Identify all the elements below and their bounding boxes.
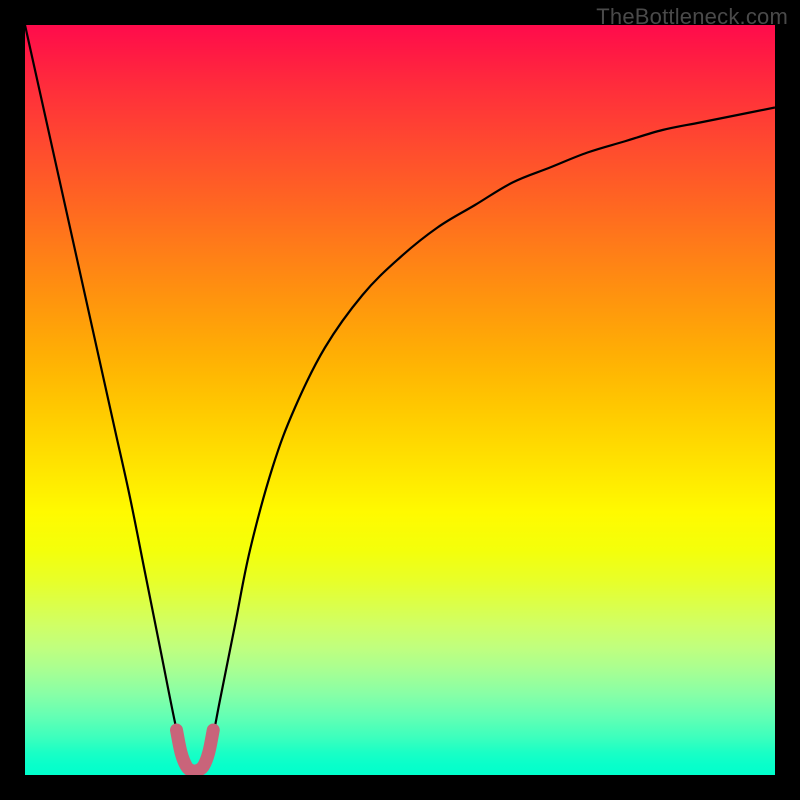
chart-plot-area <box>25 25 775 775</box>
chart-svg <box>25 25 775 775</box>
watermark-text: TheBottleneck.com <box>596 4 788 30</box>
bottleneck-curve <box>25 25 775 769</box>
optimal-marker <box>177 730 214 771</box>
